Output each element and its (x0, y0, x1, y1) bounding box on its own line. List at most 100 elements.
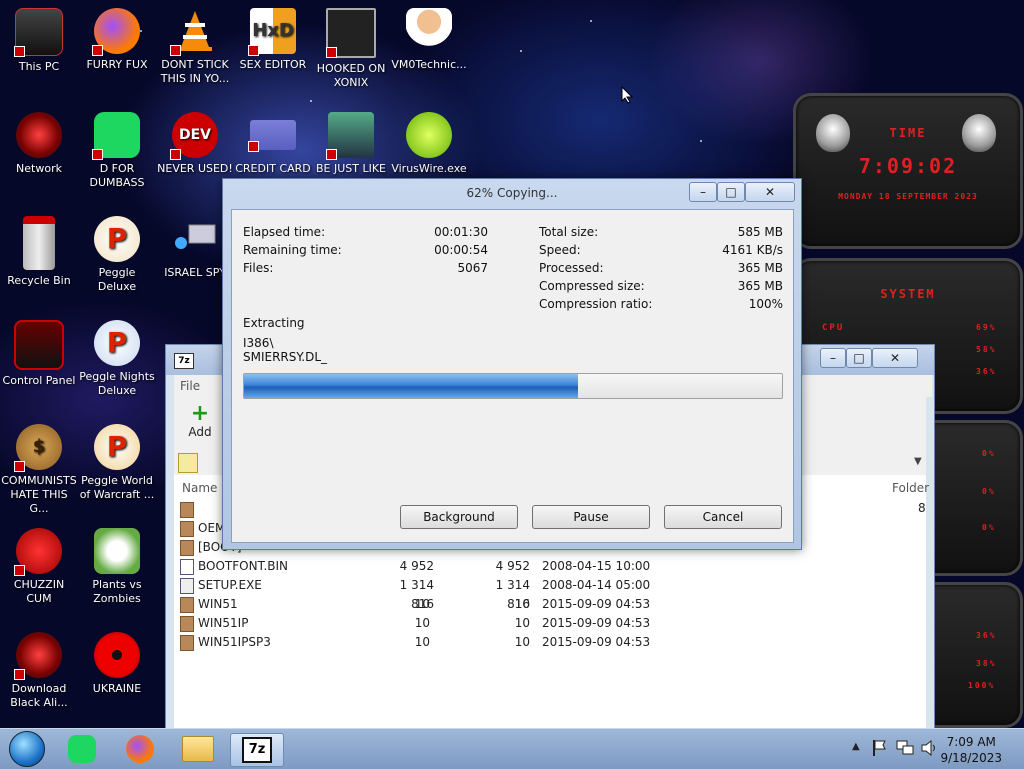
desktop-icon-d-for-dumbass[interactable]: D FOR DUMBASS (78, 112, 156, 190)
start-button[interactable] (6, 731, 48, 767)
desktop-icon-label: NEVER USED! (157, 162, 233, 175)
plant-icon (94, 528, 140, 574)
table-row[interactable]: BOOTFONT.BIN 4 952 4 952 2008-04-15 10:00 (174, 557, 926, 576)
processed-value: 365 MB (737, 261, 783, 275)
show-hidden-icons-icon[interactable]: ▲ (852, 741, 860, 752)
processed-label: Processed: (539, 261, 604, 275)
desktop-icon-never-used[interactable]: DEV NEVER USED! (156, 112, 234, 176)
desktop-icon-label: CHUZZIN CUM (13, 578, 65, 605)
table-row[interactable]: WIN51 10 10 2015-09-09 04:53 (174, 595, 926, 614)
table-row[interactable]: WIN51IP 10 10 2015-09-09 04:53 (174, 614, 926, 633)
network-icon (16, 112, 62, 158)
file-icon (180, 616, 194, 632)
file-modified: 2008-04-15 10:00 (542, 559, 651, 573)
table-row[interactable]: WIN51IPSP3 10 10 2015-09-09 04:53 (174, 633, 926, 652)
flag-icon[interactable] (872, 739, 888, 757)
maximize-button[interactable]: □ (846, 348, 872, 368)
close-button[interactable]: ✕ (745, 182, 795, 202)
minimize-button[interactable]: – (820, 348, 846, 368)
file-name: BOOTFONT.BIN (198, 559, 289, 573)
desktop-icon-label: BE JUST LIKE (315, 162, 387, 175)
column-header-folder[interactable]: Folder (892, 481, 929, 495)
desktop-icon-dont-stick[interactable]: DONT STICK THIS IN YO... (156, 8, 234, 86)
minimize-button[interactable]: – (689, 182, 717, 202)
chevron-down-icon[interactable]: ▼ (914, 456, 922, 467)
add-label: Add (188, 425, 212, 439)
volume-icon[interactable] (920, 739, 938, 757)
file-name: WIN51 (198, 597, 238, 611)
operation-label: Extracting (243, 316, 305, 330)
desktop-icon-peggle-wow[interactable]: P Peggle World of Warcraft ... (78, 424, 156, 502)
folder-up-icon[interactable] (178, 453, 198, 473)
chat-icon (68, 735, 96, 763)
chat-icon (92, 112, 140, 160)
desktop-icon-label: VirusWire.exe (391, 162, 467, 175)
file-size: 10 (414, 616, 430, 630)
desktop-icon-peggle-deluxe[interactable]: P Peggle Deluxe (78, 216, 156, 294)
desktop-icon-sex-editor[interactable]: HxD SEX EDITOR (234, 8, 312, 72)
7zip-logo-icon: 7z (242, 737, 272, 763)
desktop-icon-hooked-on-xonix[interactable]: HOOKED ON XONIX (312, 8, 390, 90)
desktop-icon-ukraine[interactable]: UKRAINE (78, 632, 156, 696)
desktop-icon-label: COMMUNISTS HATE THIS G... (1, 474, 77, 515)
clock-date: 9/18/2023 (940, 751, 1002, 765)
desktop-icon-download-black-alien[interactable]: Download Black Ali... (0, 632, 78, 710)
taskbar-firefox[interactable] (122, 733, 158, 765)
desktop-icon-furry-fux[interactable]: FURRY FUX (78, 8, 156, 72)
gadget-net-value: 38% (976, 659, 997, 668)
network-status-icon[interactable] (896, 739, 914, 757)
7zip-logo-icon: 7z (174, 353, 194, 369)
file-modified: 2008-04-14 05:00 (542, 578, 651, 592)
dialog-body: Elapsed time: 00:01:30 Remaining time: 0… (231, 209, 794, 543)
progress-fill (244, 374, 578, 398)
desktop-icon-label: UKRAINE (92, 682, 142, 695)
taskbar-chat-app[interactable] (64, 733, 100, 765)
file-size: 4 952 (399, 559, 434, 573)
desktop-icon-chuzzin[interactable]: CHUZZIN CUM (0, 528, 78, 606)
desktop-icon-network[interactable]: Network (0, 112, 78, 176)
pause-button[interactable]: Pause (532, 505, 650, 529)
dev-icon: DEV (170, 112, 218, 160)
gadget-cpu-value: 58% (976, 345, 997, 354)
gadget-drive-value: 0% (982, 449, 996, 458)
taskbar-7zip[interactable]: 7z (230, 733, 284, 767)
gadget-time: 7:09:02 (858, 154, 958, 178)
close-button[interactable]: ✕ (872, 348, 918, 368)
maximize-button[interactable]: □ (717, 182, 745, 202)
file-size: 10 (414, 635, 430, 649)
file-size: 10 (414, 597, 430, 611)
desktop: { "desktop_icons": [ {"label": "This PC"… (0, 0, 1024, 769)
gadget-system-title: SYSTEM (880, 287, 936, 301)
desktop-icon-label: Network (16, 162, 62, 175)
desktop-icon-label: DONT STICK THIS IN YO... (160, 58, 230, 85)
vlc-cone-icon (170, 8, 218, 56)
progress-bar (243, 373, 783, 399)
speed-value: 4161 KB/s (722, 243, 783, 257)
taskbar-file-explorer[interactable] (180, 733, 216, 765)
background-button[interactable]: Background (400, 505, 518, 529)
desktop-icon-peggle-nights[interactable]: P Peggle Nights Deluxe (78, 320, 156, 398)
desktop-icon-plants-vs-zombies[interactable]: Plants vs Zombies (78, 528, 156, 606)
desktop-icon-label: Plants vs Zombies (92, 578, 142, 605)
add-button[interactable]: + Add (182, 403, 218, 440)
cancel-button[interactable]: Cancel (664, 505, 782, 529)
desktop-icon-credit-card[interactable]: CREDIT CARD (234, 112, 312, 176)
system-clock[interactable]: 7:09 AM 9/18/2023 (940, 734, 1002, 766)
computer-icon (14, 8, 63, 57)
file-modified: 2015-09-09 04:53 (542, 597, 651, 611)
file-modified: 2015-09-09 04:53 (542, 635, 651, 649)
desktop-icon-recycle-bin[interactable]: Recycle Bin (0, 216, 78, 288)
desktop-icon-control-panel[interactable]: Control Panel (0, 320, 78, 388)
file-packed: 4 952 (495, 559, 530, 573)
desktop-icon-label: Peggle World of Warcraft ... (79, 474, 155, 501)
desktop-icon-this-pc[interactable]: This PC (0, 8, 78, 74)
desktop-icon-viruswire[interactable]: VirusWire.exe (390, 112, 468, 176)
file-icon (180, 559, 194, 575)
column-header-name[interactable]: Name (182, 481, 217, 495)
desktop-icon-be-just-like[interactable]: BE JUST LIKE (312, 112, 390, 176)
desktop-icon-vm0technic[interactable]: VM0Technic... (390, 8, 468, 72)
folder-icon (180, 502, 194, 518)
desktop-icon-communists[interactable]: $ COMMUNISTS HATE THIS G... (0, 424, 78, 516)
table-row[interactable]: SETUP.EXE 1 314 816 1 314 816 2008-04-14 05… (174, 576, 926, 611)
menu-file[interactable]: File (180, 379, 200, 393)
